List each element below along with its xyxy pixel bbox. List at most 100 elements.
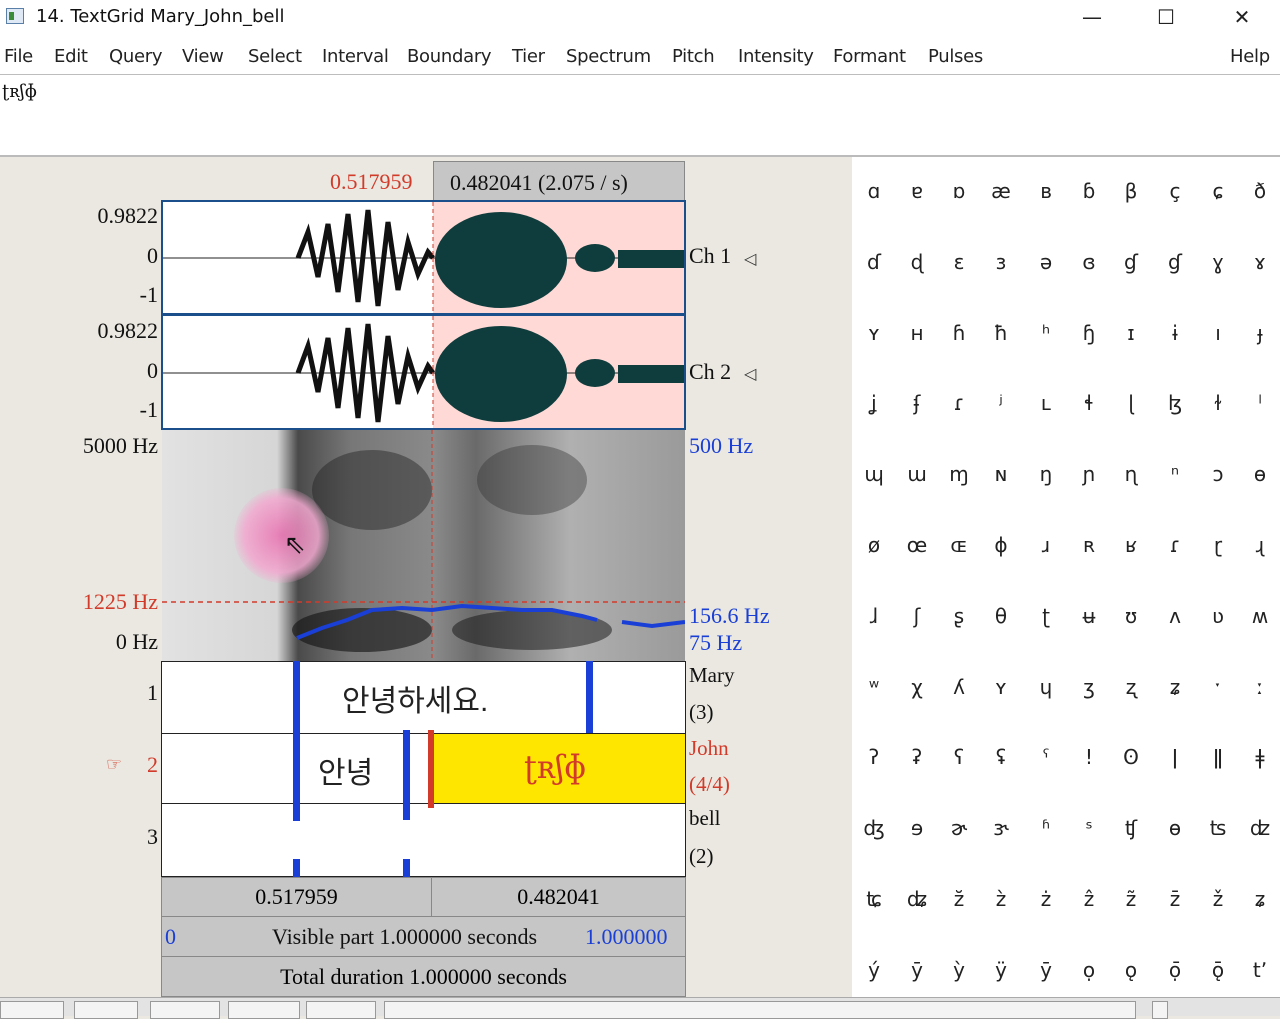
ch1-speaker-icon[interactable]: ◁	[744, 249, 756, 268]
ipa-symbol-button[interactable]: ɶ	[939, 533, 979, 557]
ipa-symbol-button[interactable]: ʎ	[939, 675, 979, 699]
ipa-symbol-button[interactable]: ʲ	[981, 391, 1021, 415]
ipa-symbol-button[interactable]: β	[1111, 179, 1151, 203]
tier-2-interval-text-2[interactable]: ʈʀʃɸ	[524, 748, 586, 786]
ipa-symbol-button[interactable]: z̄	[1155, 887, 1195, 911]
ipa-symbol-button[interactable]: ˡ	[1240, 391, 1280, 415]
zoom-all-button[interactable]	[0, 1001, 64, 1019]
minimize-icon[interactable]: —	[1069, 0, 1115, 34]
ipa-symbol-button[interactable]: ɒ	[939, 179, 979, 203]
horizontal-scrollbar[interactable]	[384, 1001, 1136, 1019]
ipa-symbol-button[interactable]: ə	[1026, 250, 1066, 274]
maximize-icon[interactable]: ☐	[1143, 0, 1189, 34]
ipa-symbol-button[interactable]: ʧ	[1111, 816, 1151, 840]
ipa-symbol-button[interactable]: ʋ	[1198, 604, 1238, 628]
visible-part-button[interactable]: 0 Visible part 1.000000 seconds 1.000000	[161, 916, 686, 957]
ipa-symbol-button[interactable]: ɥ	[1026, 675, 1066, 699]
ipa-symbol-button[interactable]: ˑ	[1198, 675, 1238, 699]
ipa-symbol-button[interactable]: ǭ	[1198, 958, 1238, 982]
ipa-symbol-button[interactable]: ɠ	[1155, 250, 1195, 274]
ipa-symbol-button[interactable]: ÿ	[981, 958, 1021, 982]
menu-pulses[interactable]: Pulses	[928, 46, 983, 67]
menu-intensity[interactable]: Intensity	[738, 46, 814, 67]
ipa-symbol-button[interactable]: ʏ	[854, 321, 894, 345]
menu-select[interactable]: Select	[248, 46, 302, 67]
tier-1-interval-text[interactable]: 안녕하세요.	[342, 676, 488, 720]
ipa-symbol-button[interactable]: ʜ	[897, 321, 937, 345]
ipa-symbol-button[interactable]: ɝ	[981, 816, 1021, 840]
ipa-symbol-button[interactable]: ǫ	[1111, 958, 1151, 982]
ipa-symbol-button[interactable]: ʟ	[1026, 391, 1066, 415]
duration-left-button[interactable]: 0.517959	[161, 877, 432, 917]
ipa-symbol-button[interactable]: ɠ	[1111, 250, 1151, 274]
ipa-symbol-button[interactable]: χ	[897, 675, 937, 699]
tier-1-mary[interactable]: 안녕하세요.	[161, 661, 686, 734]
ipa-symbol-button[interactable]: ʌ	[1155, 604, 1195, 628]
selection-length[interactable]: 0.482041 (2.075 / s)	[433, 161, 685, 203]
ipa-symbol-button[interactable]: ɣ	[1198, 250, 1238, 274]
ipa-symbol-button[interactable]: ʈ	[1026, 604, 1066, 628]
ipa-symbol-button[interactable]: ɾ	[1155, 533, 1195, 557]
ipa-symbol-button[interactable]: ʨ	[854, 887, 894, 911]
ipa-symbol-button[interactable]: ɪ	[1111, 321, 1151, 345]
ipa-symbol-button[interactable]: ɖ	[897, 250, 937, 274]
ipa-symbol-button[interactable]: ʙ	[1026, 179, 1066, 203]
ipa-symbol-button[interactable]: ẑ	[1069, 887, 1109, 911]
zoom-back-button[interactable]	[306, 1001, 376, 1019]
ipa-symbol-button[interactable]: ʣ	[1240, 816, 1280, 840]
ipa-symbol-button[interactable]: ɘ	[897, 816, 937, 840]
ipa-symbol-button[interactable]: ʃ	[897, 604, 937, 628]
ipa-symbol-button[interactable]: ɰ	[854, 462, 894, 486]
ipa-symbol-button[interactable]: ˤ	[1026, 745, 1066, 769]
ipa-symbol-button[interactable]: ʰ	[1026, 321, 1066, 345]
ipa-symbol-button[interactable]: ɳ	[1111, 462, 1151, 486]
ipa-symbol-button[interactable]: ɔ	[1198, 462, 1238, 486]
ipa-symbol-button[interactable]: ɵ	[1155, 816, 1195, 840]
zoom-in-button[interactable]	[74, 1001, 138, 1019]
ipa-symbol-button[interactable]: ː	[1240, 675, 1280, 699]
ipa-symbol-button[interactable]: ɽ	[1198, 533, 1238, 557]
ipa-symbol-button[interactable]: ǀ	[1155, 745, 1195, 769]
ipa-symbol-button[interactable]: ɬ	[1069, 391, 1109, 415]
ipa-symbol-button[interactable]: ɦ	[939, 321, 979, 345]
ipa-symbol-button[interactable]: ħ	[981, 321, 1021, 345]
ipa-symbol-button[interactable]: ɺ	[854, 604, 894, 628]
ipa-symbol-button[interactable]: ɐ	[897, 179, 937, 203]
menu-tier[interactable]: Tier	[512, 46, 545, 67]
ipa-symbol-button[interactable]: z̃	[1111, 887, 1151, 911]
ipa-symbol-button[interactable]: θ	[981, 604, 1021, 628]
ipa-symbol-button[interactable]: ɓ	[1069, 179, 1109, 203]
ipa-symbol-button[interactable]: tʼ	[1240, 958, 1280, 982]
waveform-channel-2[interactable]	[161, 314, 686, 430]
ipa-symbol-button[interactable]: ɴ	[981, 462, 1021, 486]
ipa-symbol-button[interactable]: ž	[1198, 887, 1238, 911]
ipa-symbol-button[interactable]: ʕ	[939, 745, 979, 769]
tier-2-interval-text-1[interactable]: 안녕	[318, 748, 373, 792]
menu-query[interactable]: Query	[109, 46, 163, 67]
menu-help[interactable]: Help	[1230, 46, 1270, 67]
boundary-3[interactable]	[403, 730, 410, 820]
ipa-symbol-button[interactable]: ʦ	[1198, 816, 1238, 840]
ipa-symbol-button[interactable]: ç	[1155, 179, 1195, 203]
ipa-symbol-button[interactable]: ż	[1026, 887, 1066, 911]
menu-interval[interactable]: Interval	[322, 46, 389, 67]
ch2-speaker-icon[interactable]: ◁	[744, 364, 756, 383]
ipa-symbol-button[interactable]: ɟ	[1240, 321, 1280, 345]
ipa-symbol-button[interactable]: ǂ	[1240, 745, 1280, 769]
ipa-symbol-button[interactable]: ɗ	[854, 250, 894, 274]
ipa-symbol-button[interactable]: z̀	[981, 887, 1021, 911]
ipa-symbol-button[interactable]: ɛ	[939, 250, 979, 274]
ipa-symbol-button[interactable]: ọ̄	[1155, 958, 1195, 982]
ipa-symbol-button[interactable]: ɱ	[939, 462, 979, 486]
ipa-symbol-button[interactable]: ɵ	[1240, 462, 1280, 486]
ipa-symbol-button[interactable]: ɜ	[981, 250, 1021, 274]
zoom-out-button[interactable]	[150, 1001, 220, 1019]
ipa-symbol-button[interactable]: ⁿ	[1155, 462, 1195, 486]
ipa-symbol-button[interactable]: ð	[1240, 179, 1280, 203]
ipa-symbol-button[interactable]: ȳ	[1026, 958, 1066, 982]
group-checkbox[interactable]	[1152, 1001, 1168, 1019]
ipa-symbol-button[interactable]: ọ	[1069, 958, 1109, 982]
ipa-symbol-button[interactable]: ʥ	[897, 887, 937, 911]
ipa-symbol-button[interactable]: ʂ	[939, 604, 979, 628]
ipa-symbol-button[interactable]: ɑ	[854, 179, 894, 203]
